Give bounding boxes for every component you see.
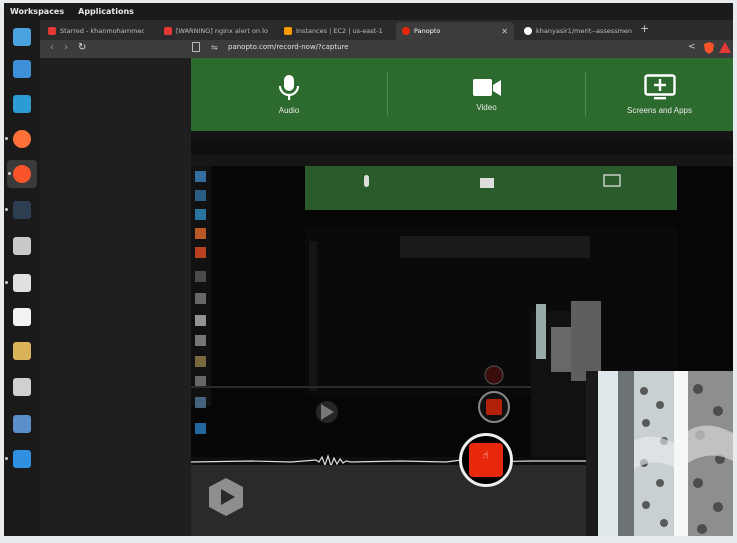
monitor-plus-icon <box>643 74 676 100</box>
brave-rewards-icon[interactable] <box>719 42 731 53</box>
mode-video-label: Video <box>476 103 497 112</box>
running-indicator <box>5 137 8 140</box>
firefox-icon <box>13 130 31 148</box>
record-stop-icon: ☝ <box>469 443 503 477</box>
terminal-icon <box>13 201 31 219</box>
forward-icon[interactable]: › <box>64 42 68 53</box>
vscode-icon <box>13 450 31 468</box>
dock-item-brave[interactable] <box>7 160 37 188</box>
mode-video[interactable]: Video <box>388 58 585 131</box>
share-icon[interactable]: < <box>688 42 696 52</box>
gmail-icon <box>164 27 172 35</box>
gnome-top-bar: Workspaces Applications <box>4 3 733 20</box>
github-icon <box>524 27 532 35</box>
dock-item-screenshot[interactable] <box>4 410 40 438</box>
running-indicator <box>5 457 8 460</box>
mode-screens[interactable]: Screens and Apps <box>586 58 733 131</box>
settings-icon <box>13 378 31 396</box>
dock-item-document-viewer[interactable] <box>4 303 40 331</box>
mode-screens-label: Screens and Apps <box>627 106 692 115</box>
recursive-screen-capture-preview: ☝ <box>191 131 733 536</box>
tab-label: Starred - khanmohammedyasir <box>60 27 144 35</box>
hand-cursor-icon: ☝ <box>483 451 489 461</box>
dock-item-vscode[interactable] <box>4 445 40 473</box>
record-button[interactable]: ☝ <box>459 433 513 487</box>
text-editor-icon <box>13 274 31 292</box>
tab-nginx-warning[interactable]: [WARNING] nginx alert on lo <box>158 22 276 40</box>
workspaces-menu[interactable]: Workspaces <box>10 7 64 16</box>
dock-item-system-monitor[interactable] <box>4 55 40 83</box>
running-indicator <box>5 281 8 284</box>
tab-strip: Starred - khanmohammedyasir [WARNING] ng… <box>40 20 733 40</box>
dock-item-settings[interactable] <box>4 373 40 401</box>
mode-audio[interactable]: Audio <box>191 58 387 131</box>
applications-menu[interactable]: Applications <box>78 7 134 16</box>
panopto-record-page: Audio Video Screens and Apps ☝ <box>191 58 733 536</box>
dock-item-magnifier[interactable] <box>4 23 40 51</box>
navigation-bar: ‹ › ↻ ⇋ panopto.com/record-now/?capture … <box>40 40 733 58</box>
app-grid-icon <box>13 95 31 113</box>
tab-ec2-instances[interactable]: Instances | EC2 | us-east-1 <box>278 22 386 40</box>
bookmark-icon[interactable] <box>192 42 200 52</box>
dock-item-files[interactable] <box>4 232 40 260</box>
webcam-preview <box>586 371 733 536</box>
running-indicator <box>8 172 11 175</box>
brave-icon <box>13 165 31 183</box>
files-icon <box>13 237 31 255</box>
desktop-screen: Workspaces Applications Starred - khanmo… <box>4 3 733 536</box>
tab-gmail-starred[interactable]: Starred - khanmohammedyasir <box>42 22 144 40</box>
document-viewer-icon <box>13 308 31 326</box>
brave-browser-window: Starred - khanmohammedyasir [WARNING] ng… <box>40 20 733 536</box>
archive-manager-icon <box>13 342 31 360</box>
tab-label: khanyasir1/merit--assessment <box>536 27 632 35</box>
address-bar[interactable]: panopto.com/record-now/?capture <box>228 43 349 51</box>
dock-item-app-grid[interactable] <box>4 90 40 118</box>
tab-panopto[interactable]: Panopto ✕ <box>396 22 514 40</box>
tab-label: Panopto <box>414 27 441 35</box>
close-tab-icon[interactable]: ✕ <box>501 27 508 36</box>
mode-audio-label: Audio <box>278 106 300 115</box>
panopto-logo-icon <box>209 478 243 516</box>
tab-label: [WARNING] nginx alert on lo <box>176 27 268 35</box>
site-info-icon[interactable]: ⇋ <box>211 43 218 52</box>
microphone-icon <box>278 75 300 100</box>
recorder-footer <box>191 465 635 536</box>
dock-item-firefox[interactable] <box>4 125 40 153</box>
capture-mode-bar: Audio Video Screens and Apps <box>191 58 733 131</box>
magnifier-icon <box>13 28 31 46</box>
dock-item-text-editor[interactable] <box>4 269 40 297</box>
dock-item-archive-manager[interactable] <box>4 337 40 365</box>
tab-github-repo[interactable]: khanyasir1/merit--assessment <box>518 22 632 40</box>
new-tab-button[interactable]: + <box>640 22 649 35</box>
application-dock <box>4 20 40 536</box>
tab-label: Instances | EC2 | us-east-1 <box>296 27 383 35</box>
aws-icon <box>284 27 292 35</box>
system-monitor-icon <box>13 60 31 78</box>
browser-side-panel <box>40 58 191 536</box>
brave-shield-icon[interactable] <box>704 42 714 54</box>
screenshot-icon <box>13 415 31 433</box>
gmail-icon <box>48 27 56 35</box>
reload-icon[interactable]: ↻ <box>78 42 86 53</box>
record-dot-icon <box>402 27 410 35</box>
dock-item-terminal[interactable] <box>4 196 40 224</box>
video-camera-icon <box>472 79 501 96</box>
running-indicator <box>5 208 8 211</box>
back-icon[interactable]: ‹ <box>50 42 54 53</box>
